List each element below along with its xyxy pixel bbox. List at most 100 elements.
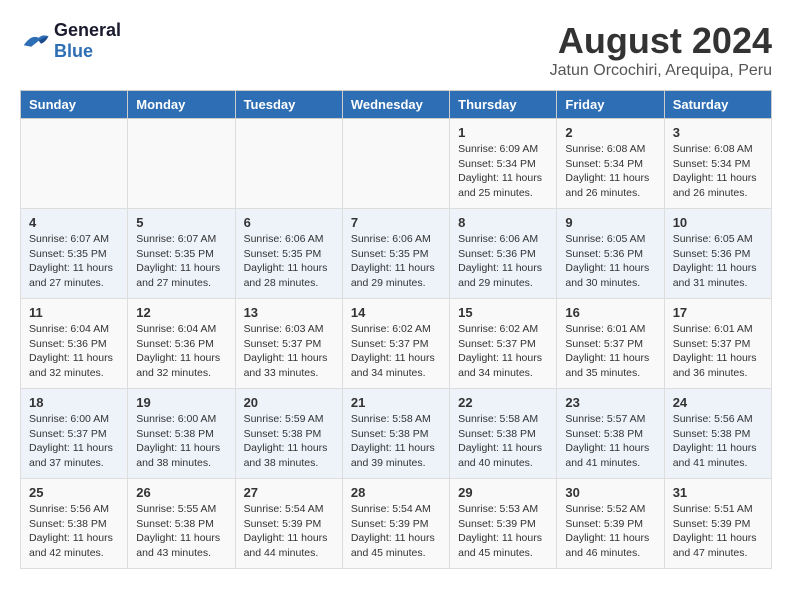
day-info: Sunrise: 6:06 AM Sunset: 5:35 PM Dayligh… [244,232,334,291]
day-number: 3 [673,125,763,140]
day-info: Sunrise: 6:04 AM Sunset: 5:36 PM Dayligh… [136,322,226,381]
calendar-cell: 8 Sunrise: 6:06 AM Sunset: 5:36 PM Daylig… [450,209,557,299]
day-number: 1 [458,125,548,140]
calendar-cell: 22 Sunrise: 5:58 AM Sunset: 5:38 PM Dayli… [450,389,557,479]
day-info: Sunrise: 5:52 AM Sunset: 5:39 PM Dayligh… [565,502,655,561]
calendar-cell: 2 Sunrise: 6:08 AM Sunset: 5:34 PM Daylig… [557,119,664,209]
calendar-cell: 19 Sunrise: 6:00 AM Sunset: 5:38 PM Dayli… [128,389,235,479]
calendar-cell: 16Sunrise: 6:01 AM Sunset: 5:37 PM Dayli… [557,299,664,389]
calendar-cell: 11Sunrise: 6:04 AM Sunset: 5:36 PM Dayli… [21,299,128,389]
calendar-header-row: SundayMondayTuesdayWednesdayThursdayFrid… [21,91,772,119]
calendar-cell: 14 Sunrise: 6:02 AM Sunset: 5:37 PM Dayli… [342,299,449,389]
day-number: 22 [458,395,548,410]
day-number: 17 [673,305,763,320]
day-info: Sunrise: 6:08 AM Sunset: 5:34 PM Dayligh… [565,142,655,201]
header-wednesday: Wednesday [342,91,449,119]
day-number: 30 [565,485,655,500]
logo: General Blue [20,20,121,62]
day-number: 13 [244,305,334,320]
calendar-cell: 6 Sunrise: 6:06 AM Sunset: 5:35 PM Daylig… [235,209,342,299]
calendar-cell: 27 Sunrise: 5:54 AM Sunset: 5:39 PM Dayli… [235,479,342,569]
calendar-cell: 12Sunrise: 6:04 AM Sunset: 5:36 PM Dayli… [128,299,235,389]
header-saturday: Saturday [664,91,771,119]
day-number: 29 [458,485,548,500]
day-number: 9 [565,215,655,230]
calendar-table: SundayMondayTuesdayWednesdayThursdayFrid… [20,90,772,569]
day-number: 2 [565,125,655,140]
header-thursday: Thursday [450,91,557,119]
calendar-cell [128,119,235,209]
calendar-week-row: 11Sunrise: 6:04 AM Sunset: 5:36 PM Dayli… [21,299,772,389]
title-area: August 2024 Jatun Orcochiri, Arequipa, P… [550,20,772,80]
day-info: Sunrise: 5:56 AM Sunset: 5:38 PM Dayligh… [29,502,119,561]
day-info: Sunrise: 6:05 AM Sunset: 5:36 PM Dayligh… [673,232,763,291]
calendar-cell: 30 Sunrise: 5:52 AM Sunset: 5:39 PM Dayli… [557,479,664,569]
day-number: 25 [29,485,119,500]
day-info: Sunrise: 6:01 AM Sunset: 5:37 PM Dayligh… [565,322,655,381]
calendar-cell: 20 Sunrise: 5:59 AM Sunset: 5:38 PM Dayli… [235,389,342,479]
calendar-cell [235,119,342,209]
day-info: Sunrise: 5:59 AM Sunset: 5:38 PM Dayligh… [244,412,334,471]
page-subtitle: Jatun Orcochiri, Arequipa, Peru [550,62,772,80]
day-number: 15 [458,305,548,320]
logo-text: General Blue [54,20,121,62]
calendar-cell: 25 Sunrise: 5:56 AM Sunset: 5:38 PM Dayli… [21,479,128,569]
calendar-cell: 29 Sunrise: 5:53 AM Sunset: 5:39 PM Dayli… [450,479,557,569]
day-info: Sunrise: 6:01 AM Sunset: 5:37 PM Dayligh… [673,322,763,381]
calendar-week-row: 1 Sunrise: 6:09 AM Sunset: 5:34 PM Daylig… [21,119,772,209]
page-header: General Blue August 2024 Jatun Orcochiri… [20,20,772,80]
page-title: August 2024 [550,20,772,62]
day-info: Sunrise: 5:51 AM Sunset: 5:39 PM Dayligh… [673,502,763,561]
header-sunday: Sunday [21,91,128,119]
day-info: Sunrise: 5:54 AM Sunset: 5:39 PM Dayligh… [351,502,441,561]
calendar-cell: 5Sunrise: 6:07 AM Sunset: 5:35 PM Daylig… [128,209,235,299]
day-number: 27 [244,485,334,500]
calendar-cell: 1 Sunrise: 6:09 AM Sunset: 5:34 PM Daylig… [450,119,557,209]
day-info: Sunrise: 5:58 AM Sunset: 5:38 PM Dayligh… [458,412,548,471]
day-number: 10 [673,215,763,230]
calendar-cell: 24Sunrise: 5:56 AM Sunset: 5:38 PM Dayli… [664,389,771,479]
day-info: Sunrise: 6:06 AM Sunset: 5:35 PM Dayligh… [351,232,441,291]
header-monday: Monday [128,91,235,119]
day-info: Sunrise: 6:02 AM Sunset: 5:37 PM Dayligh… [458,322,548,381]
day-number: 19 [136,395,226,410]
day-info: Sunrise: 5:55 AM Sunset: 5:38 PM Dayligh… [136,502,226,561]
day-info: Sunrise: 5:54 AM Sunset: 5:39 PM Dayligh… [244,502,334,561]
logo-icon [20,29,50,54]
day-info: Sunrise: 6:00 AM Sunset: 5:38 PM Dayligh… [136,412,226,471]
calendar-week-row: 18Sunrise: 6:00 AM Sunset: 5:37 PM Dayli… [21,389,772,479]
calendar-cell: 31Sunrise: 5:51 AM Sunset: 5:39 PM Dayli… [664,479,771,569]
day-number: 20 [244,395,334,410]
day-info: Sunrise: 6:00 AM Sunset: 5:37 PM Dayligh… [29,412,119,471]
day-number: 26 [136,485,226,500]
day-info: Sunrise: 6:08 AM Sunset: 5:34 PM Dayligh… [673,142,763,201]
day-info: Sunrise: 5:58 AM Sunset: 5:38 PM Dayligh… [351,412,441,471]
calendar-cell: 23Sunrise: 5:57 AM Sunset: 5:38 PM Dayli… [557,389,664,479]
day-info: Sunrise: 5:56 AM Sunset: 5:38 PM Dayligh… [673,412,763,471]
calendar-cell: 10 Sunrise: 6:05 AM Sunset: 5:36 PM Dayli… [664,209,771,299]
calendar-cell: 21 Sunrise: 5:58 AM Sunset: 5:38 PM Dayli… [342,389,449,479]
calendar-week-row: 25 Sunrise: 5:56 AM Sunset: 5:38 PM Dayli… [21,479,772,569]
calendar-cell: 13 Sunrise: 6:03 AM Sunset: 5:37 PM Dayli… [235,299,342,389]
day-info: Sunrise: 6:09 AM Sunset: 5:34 PM Dayligh… [458,142,548,201]
day-info: Sunrise: 6:02 AM Sunset: 5:37 PM Dayligh… [351,322,441,381]
day-info: Sunrise: 5:57 AM Sunset: 5:38 PM Dayligh… [565,412,655,471]
day-number: 7 [351,215,441,230]
calendar-cell: 15 Sunrise: 6:02 AM Sunset: 5:37 PM Dayli… [450,299,557,389]
calendar-cell: 9Sunrise: 6:05 AM Sunset: 5:36 PM Daylig… [557,209,664,299]
day-number: 6 [244,215,334,230]
day-info: Sunrise: 5:53 AM Sunset: 5:39 PM Dayligh… [458,502,548,561]
day-number: 4 [29,215,119,230]
calendar-week-row: 4 Sunrise: 6:07 AM Sunset: 5:35 PM Daylig… [21,209,772,299]
day-number: 14 [351,305,441,320]
calendar-cell: 26 Sunrise: 5:55 AM Sunset: 5:38 PM Dayli… [128,479,235,569]
calendar-cell: 4 Sunrise: 6:07 AM Sunset: 5:35 PM Daylig… [21,209,128,299]
day-info: Sunrise: 6:07 AM Sunset: 5:35 PM Dayligh… [29,232,119,291]
day-number: 21 [351,395,441,410]
calendar-cell: 28Sunrise: 5:54 AM Sunset: 5:39 PM Dayli… [342,479,449,569]
day-info: Sunrise: 6:03 AM Sunset: 5:37 PM Dayligh… [244,322,334,381]
calendar-cell [21,119,128,209]
day-info: Sunrise: 6:06 AM Sunset: 5:36 PM Dayligh… [458,232,548,291]
day-number: 8 [458,215,548,230]
day-info: Sunrise: 6:07 AM Sunset: 5:35 PM Dayligh… [136,232,226,291]
